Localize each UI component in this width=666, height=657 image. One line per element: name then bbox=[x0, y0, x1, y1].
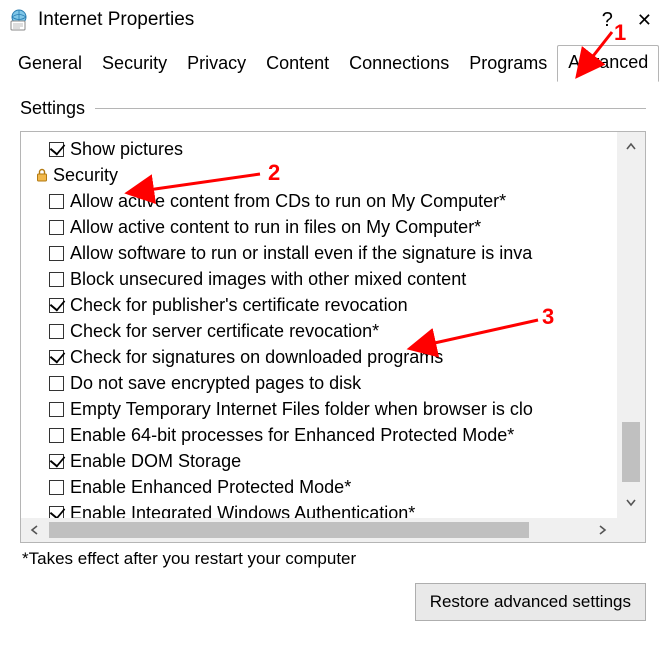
setting-item[interactable]: Check for signatures on downloaded progr… bbox=[31, 344, 615, 370]
tab-content[interactable]: Content bbox=[256, 47, 339, 82]
setting-label: Enable Integrated Windows Authentication… bbox=[70, 500, 415, 518]
setting-checkbox[interactable] bbox=[49, 454, 64, 469]
setting-checkbox[interactable] bbox=[49, 376, 64, 391]
scroll-down-button[interactable] bbox=[617, 488, 645, 518]
setting-checkbox[interactable] bbox=[49, 350, 64, 365]
setting-label: Allow software to run or install even if… bbox=[70, 240, 532, 266]
setting-checkbox[interactable] bbox=[49, 220, 64, 235]
settings-group: Settings Show picturesSecurityAllow acti… bbox=[20, 98, 646, 621]
setting-label: Enable DOM Storage bbox=[70, 448, 241, 474]
setting-item[interactable]: Enable 64-bit processes for Enhanced Pro… bbox=[31, 422, 615, 448]
setting-label: Empty Temporary Internet Files folder wh… bbox=[70, 396, 533, 422]
window-title: Internet Properties bbox=[38, 9, 602, 31]
tab-privacy[interactable]: Privacy bbox=[177, 47, 256, 82]
tab-advanced[interactable]: Advanced bbox=[557, 45, 659, 82]
setting-checkbox[interactable] bbox=[49, 246, 64, 261]
setting-item[interactable]: Allow active content to run in files on … bbox=[31, 214, 615, 240]
lock-icon bbox=[35, 168, 49, 182]
scroll-left-button[interactable] bbox=[21, 518, 49, 542]
setting-label: Allow active content from CDs to run on … bbox=[70, 188, 506, 214]
restore-advanced-settings-button[interactable]: Restore advanced settings bbox=[415, 583, 646, 621]
setting-label: Enable Enhanced Protected Mode* bbox=[70, 474, 351, 500]
setting-checkbox[interactable] bbox=[49, 480, 64, 495]
close-button[interactable]: ✕ bbox=[631, 10, 658, 31]
settings-group-title: Settings bbox=[20, 98, 95, 119]
setting-item[interactable]: Do not save encrypted pages to disk bbox=[31, 370, 615, 396]
setting-item[interactable]: Show pictures bbox=[31, 136, 615, 162]
setting-item[interactable]: Check for publisher's certificate revoca… bbox=[31, 292, 615, 318]
horizontal-scrollbar[interactable] bbox=[21, 518, 617, 542]
setting-item[interactable]: Empty Temporary Internet Files folder wh… bbox=[31, 396, 615, 422]
settings-tree: Show picturesSecurityAllow active conten… bbox=[20, 131, 646, 543]
scrollbar-corner bbox=[617, 518, 645, 542]
tab-connections[interactable]: Connections bbox=[339, 47, 459, 82]
vertical-scrollbar[interactable] bbox=[617, 132, 645, 518]
titlebar: Internet Properties ? ✕ bbox=[0, 0, 666, 40]
tab-general[interactable]: General bbox=[8, 47, 92, 82]
setting-item[interactable]: Allow active content from CDs to run on … bbox=[31, 188, 615, 214]
setting-label: Enable 64-bit processes for Enhanced Pro… bbox=[70, 422, 514, 448]
setting-label: Show pictures bbox=[70, 136, 183, 162]
setting-label: Check for server certificate revocation* bbox=[70, 318, 379, 344]
help-button[interactable]: ? bbox=[602, 9, 613, 32]
setting-item[interactable]: Check for server certificate revocation* bbox=[31, 318, 615, 344]
tab-programs[interactable]: Programs bbox=[459, 47, 557, 82]
setting-checkbox[interactable] bbox=[49, 194, 64, 209]
setting-checkbox[interactable] bbox=[49, 506, 64, 519]
setting-checkbox[interactable] bbox=[49, 298, 64, 313]
setting-checkbox[interactable] bbox=[49, 142, 64, 157]
setting-item[interactable]: Enable DOM Storage bbox=[31, 448, 615, 474]
category-security: Security bbox=[31, 162, 615, 188]
category-label: Security bbox=[53, 162, 118, 188]
setting-checkbox[interactable] bbox=[49, 324, 64, 339]
internet-options-icon bbox=[8, 9, 30, 31]
group-divider bbox=[95, 108, 646, 109]
horizontal-scroll-thumb[interactable] bbox=[49, 522, 529, 538]
vertical-scroll-thumb[interactable] bbox=[622, 422, 640, 482]
setting-checkbox[interactable] bbox=[49, 272, 64, 287]
tab-strip: GeneralSecurityPrivacyContentConnections… bbox=[8, 44, 658, 82]
setting-label: Check for signatures on downloaded progr… bbox=[70, 344, 443, 370]
setting-item[interactable]: Allow software to run or install even if… bbox=[31, 240, 615, 266]
scroll-up-button[interactable] bbox=[617, 132, 645, 162]
setting-label: Do not save encrypted pages to disk bbox=[70, 370, 361, 396]
setting-checkbox[interactable] bbox=[49, 402, 64, 417]
restart-note: *Takes effect after you restart your com… bbox=[22, 549, 646, 569]
setting-label: Allow active content to run in files on … bbox=[70, 214, 481, 240]
setting-item[interactable]: Enable Enhanced Protected Mode* bbox=[31, 474, 615, 500]
setting-label: Check for publisher's certificate revoca… bbox=[70, 292, 408, 318]
setting-label: Block unsecured images with other mixed … bbox=[70, 266, 466, 292]
setting-item[interactable]: Block unsecured images with other mixed … bbox=[31, 266, 615, 292]
scroll-right-button[interactable] bbox=[589, 518, 617, 542]
setting-checkbox[interactable] bbox=[49, 428, 64, 443]
tab-security[interactable]: Security bbox=[92, 47, 177, 82]
setting-item[interactable]: Enable Integrated Windows Authentication… bbox=[31, 500, 615, 518]
